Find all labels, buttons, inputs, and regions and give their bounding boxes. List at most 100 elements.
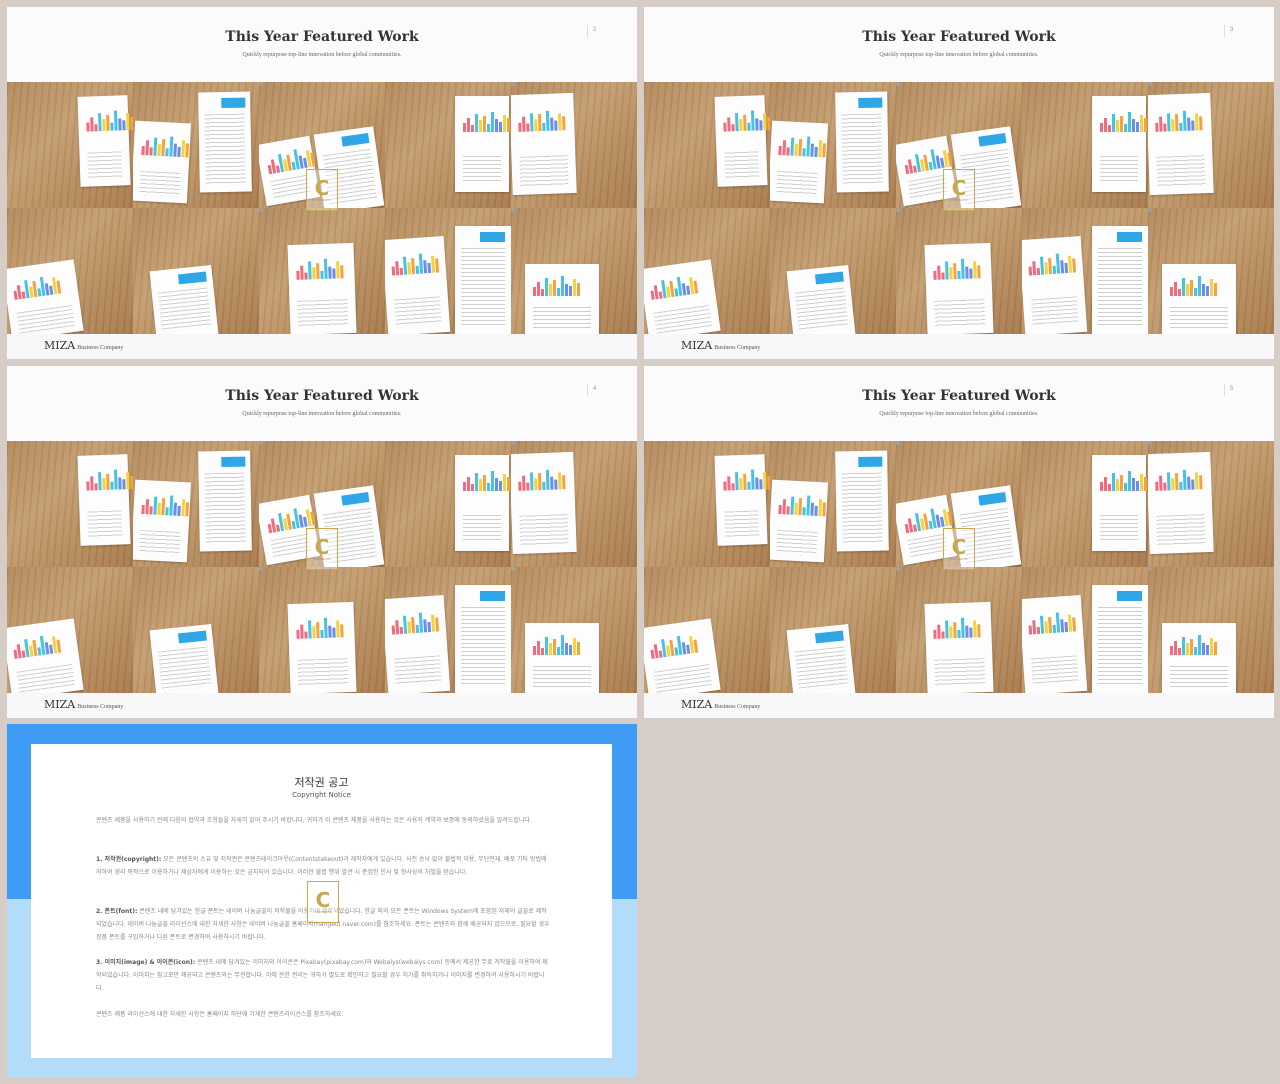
text-lines	[463, 155, 501, 185]
chart-paper	[455, 96, 510, 192]
laptop	[259, 208, 264, 213]
chart-bars-graphic	[296, 257, 344, 280]
text-lines	[1100, 514, 1138, 544]
slide-5[interactable]: This Year Featured Work Quickly repurpos…	[644, 366, 1274, 718]
report-header	[341, 132, 370, 147]
report-paper	[835, 91, 889, 193]
text-lines	[157, 287, 212, 333]
chart-paper	[770, 479, 829, 563]
report-header	[1117, 232, 1143, 242]
laptop	[1148, 82, 1152, 86]
chart-paper	[7, 618, 84, 693]
chart-bars-graphic	[1028, 610, 1077, 635]
desk-photo	[259, 208, 385, 334]
text-lines	[463, 514, 501, 544]
report-paper	[786, 264, 856, 334]
report-header	[177, 630, 207, 644]
chart-paper	[1022, 235, 1088, 334]
chart-paper	[1092, 96, 1147, 192]
watermark-logo: C CONTENTS	[943, 169, 975, 211]
report-paper	[455, 585, 511, 693]
copyright-slide[interactable]: 저작권 공고 Copyright Notice 콘텐츠 제품을 사용하기 전에 …	[7, 724, 637, 1078]
chart-paper	[1162, 623, 1236, 693]
text-lines	[204, 113, 246, 185]
chart-bars-graphic	[1100, 110, 1147, 132]
laptop	[1148, 208, 1152, 212]
slide-3[interactable]: This Year Featured Work Quickly repurpos…	[644, 7, 1274, 359]
page-divider	[587, 384, 588, 396]
report-paper	[198, 91, 252, 193]
text-lines	[1156, 514, 1206, 546]
report-header	[858, 456, 883, 468]
laptop	[1148, 441, 1152, 445]
slide-title: This Year Featured Work	[225, 388, 419, 404]
chart-paper	[924, 242, 994, 334]
page-number: 5	[1230, 386, 1234, 392]
desk-photo	[7, 82, 133, 208]
chart-bars-graphic	[391, 251, 440, 276]
text-lines	[1156, 155, 1206, 187]
text-lines	[724, 151, 760, 180]
chart-bars-graphic	[533, 634, 580, 656]
brand-logo: MIZA Business Company	[681, 339, 761, 352]
chart-bars-graphic	[778, 492, 827, 517]
notice-card: 저작권 공고 Copyright Notice 콘텐츠 제품을 사용하기 전에 …	[31, 744, 612, 1058]
text-lines	[934, 657, 986, 687]
report-header	[978, 132, 1007, 147]
text-lines	[724, 510, 760, 539]
page-divider	[587, 25, 588, 37]
chart-paper	[525, 264, 599, 334]
brand-logo: MIZA Business Company	[44, 698, 124, 711]
chart-bars-graphic	[1155, 467, 1203, 491]
text-lines	[841, 113, 883, 185]
report-paper	[1092, 585, 1148, 693]
desk-photo	[896, 208, 1022, 334]
laptop	[511, 567, 515, 571]
text-lines	[519, 155, 569, 187]
chart-paper	[287, 601, 357, 693]
notice-item-copyright: 1. 저작권(copyright): 모든 콘텐츠의 소유 및 저작권은 콘텐츠…	[96, 856, 547, 876]
chart-paper	[455, 455, 510, 551]
desk-photo	[770, 82, 896, 208]
report-header	[814, 271, 844, 285]
chart-paper	[525, 623, 599, 693]
slide-subtitle: Quickly repurpose top-line innovation be…	[879, 411, 1039, 417]
desk-photo	[1148, 82, 1274, 208]
chart-paper	[1148, 92, 1214, 196]
desk-photo	[133, 567, 259, 693]
laptop	[896, 567, 901, 572]
chart-paper	[511, 92, 577, 196]
desk-photo	[511, 208, 637, 334]
chart-bars-graphic	[12, 631, 62, 660]
chart-bars-graphic	[649, 631, 699, 660]
slide-4[interactable]: This Year Featured Work Quickly repurpos…	[7, 366, 637, 718]
text-lines	[87, 510, 123, 539]
laptop	[1148, 567, 1152, 571]
desk-photo	[385, 567, 511, 693]
text-lines	[1170, 307, 1228, 329]
chart-paper	[644, 259, 721, 334]
text-lines	[461, 607, 505, 685]
watermark-logo: C CONTENTS	[943, 528, 975, 570]
chart-bars-graphic	[649, 272, 699, 301]
chart-bars-graphic	[1170, 634, 1217, 656]
desk-photo	[7, 441, 133, 567]
page-divider	[1224, 25, 1225, 37]
text-lines	[393, 295, 442, 328]
chart-bars-graphic	[1100, 469, 1147, 491]
text-lines	[934, 298, 986, 328]
chart-bars-graphic	[141, 492, 190, 517]
text-lines	[1100, 155, 1138, 185]
chart-paper	[924, 601, 994, 693]
text-lines	[204, 472, 246, 544]
desk-photo	[7, 567, 133, 693]
chart-bars-graphic	[723, 108, 770, 132]
report-header	[814, 630, 844, 644]
slide-2[interactable]: This Year Featured Work Quickly repurpos…	[7, 7, 637, 359]
chart-bars-graphic	[723, 467, 770, 491]
chart-bars-graphic	[1170, 275, 1217, 297]
text-lines	[1030, 654, 1079, 687]
text-lines	[776, 529, 818, 556]
desk-photo	[770, 567, 896, 693]
report-paper	[1092, 226, 1148, 334]
